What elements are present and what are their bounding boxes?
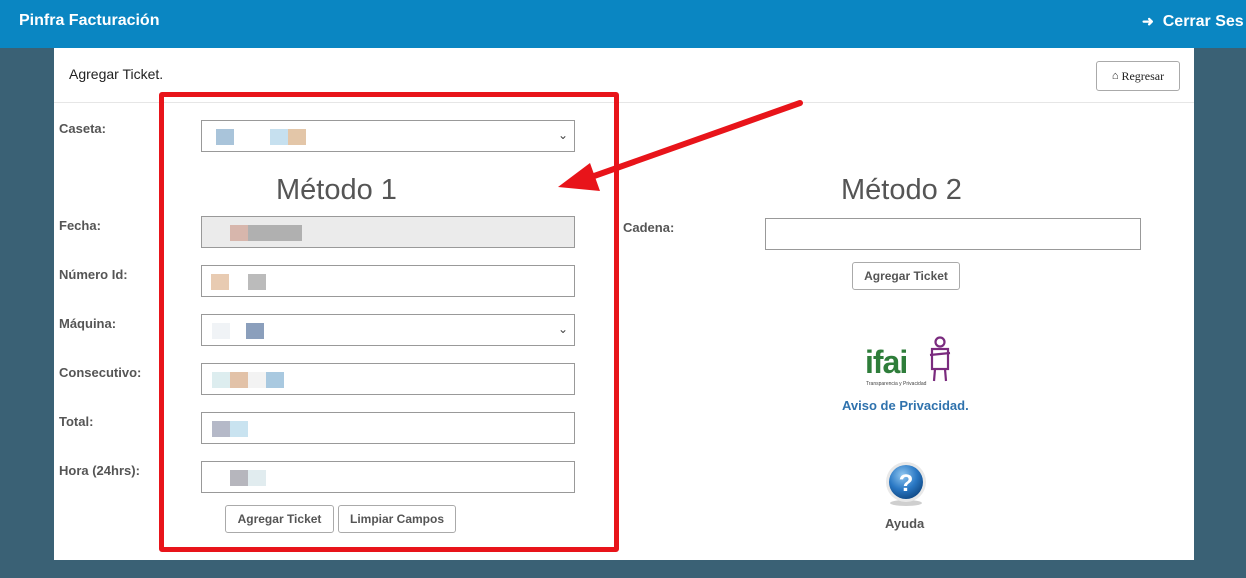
ifai-logo-text: ifai: [865, 344, 907, 380]
page-title: Agregar Ticket.: [69, 66, 164, 82]
consecutivo-label: Consecutivo:: [59, 365, 142, 380]
ifai-logo-subtext: Transparencia y Privacidad: [866, 381, 927, 387]
maquina-label: Máquina:: [59, 316, 117, 331]
logout-link[interactable]: ➜ Cerrar Ses: [1142, 13, 1244, 31]
total-label: Total:: [59, 414, 94, 429]
svg-text:?: ?: [899, 470, 914, 497]
fecha-label: Fecha:: [59, 218, 101, 233]
logout-label: Cerrar Ses: [1162, 13, 1244, 30]
top-navbar: Pinfra Facturación ➜ Cerrar Ses: [0, 0, 1246, 48]
help-label[interactable]: Ayuda: [885, 516, 924, 531]
ifai-logo[interactable]: ifai Transparencia y Privacidad: [864, 335, 954, 394]
hora-label: Hora (24hrs):: [59, 463, 140, 478]
caseta-label: Caseta:: [59, 121, 106, 136]
cadena-field[interactable]: [765, 218, 1141, 250]
privacy-notice-link[interactable]: Aviso de Privacidad.: [842, 398, 969, 413]
numero-id-label: Número Id:: [59, 267, 128, 282]
method2-title: Método 2: [841, 174, 962, 206]
annotation-arrow-icon: [558, 100, 803, 191]
question-icon[interactable]: ?: [882, 460, 930, 513]
brand-title[interactable]: Pinfra Facturación: [19, 12, 159, 30]
back-button[interactable]: ⌂ Regresar: [1096, 61, 1180, 91]
sign-out-icon: ➜: [1142, 13, 1154, 29]
add-ticket-button-method2[interactable]: Agregar Ticket: [852, 262, 960, 290]
cadena-label: Cadena:: [623, 220, 675, 235]
home-icon: ⌂: [1111, 70, 1119, 82]
back-button-label: Regresar: [1121, 68, 1165, 83]
